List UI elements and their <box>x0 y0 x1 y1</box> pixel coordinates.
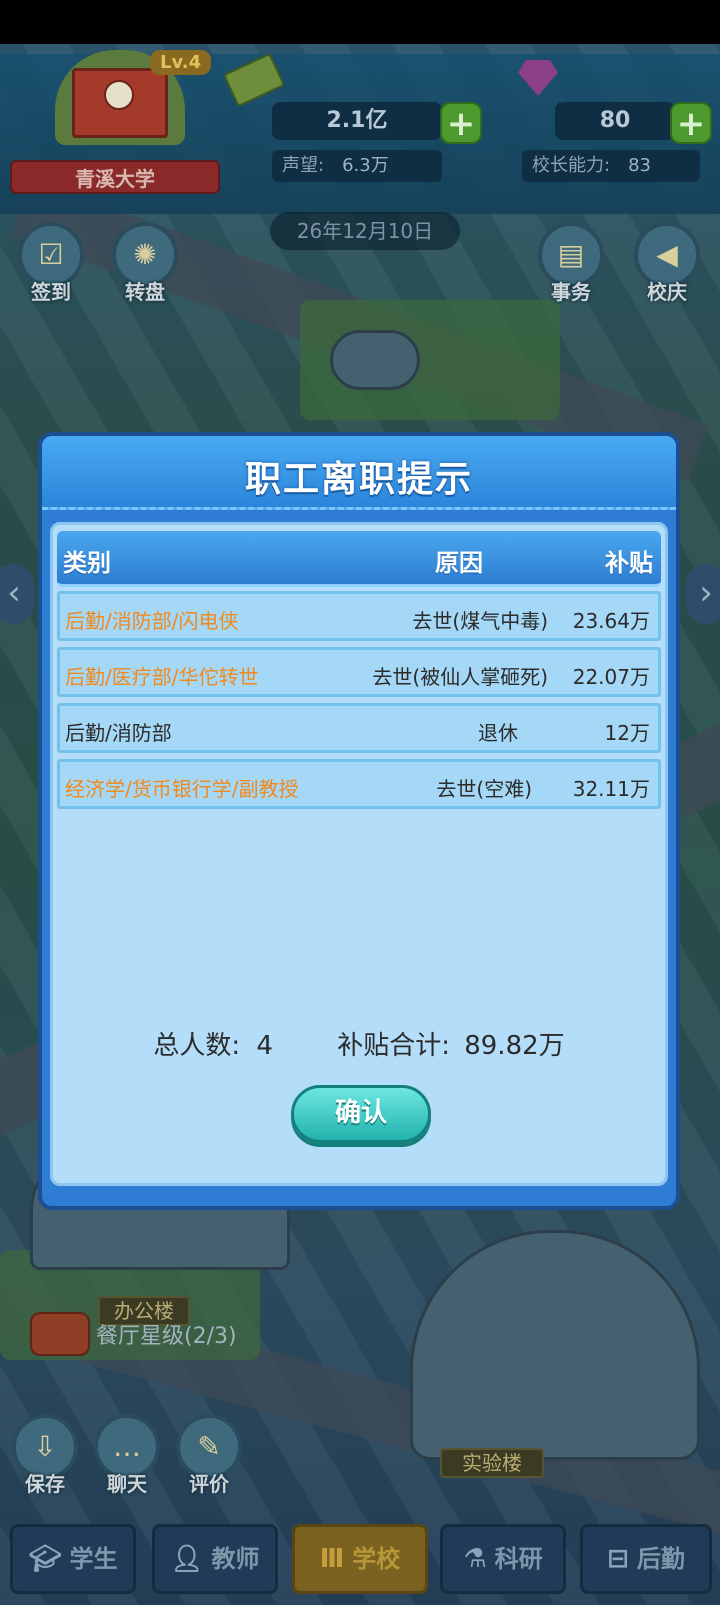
review-label: 评价 <box>189 1472 229 1496</box>
checkin-label: 签到 <box>31 280 71 304</box>
reputation-display: 声望: 6.3万 <box>272 150 442 182</box>
tab-teachers[interactable]: 👤︎ 教师 <box>152 1524 278 1594</box>
save-label: 保存 <box>25 1472 65 1496</box>
tab-logistics-label: 后勤 <box>636 1545 685 1573</box>
reputation-label: 声望: <box>282 155 325 176</box>
lab-building[interactable] <box>410 1230 700 1460</box>
graduation-cap-icon: 🎓︎ <box>28 1544 62 1574</box>
row-reason: 去世(煤气中毒) <box>412 609 548 633</box>
gem-value: 80 <box>555 102 675 140</box>
clock-icon <box>104 80 134 110</box>
row-reason: 退休 <box>478 721 518 745</box>
affairs-button[interactable]: ▤ 事务 <box>536 222 606 305</box>
add-gems-button[interactable]: + <box>670 102 712 144</box>
logistics-icon: ⊟ <box>607 1544 629 1574</box>
row-subsidy: 22.07万 <box>572 665 650 689</box>
chat-button[interactable]: … 聊天 <box>92 1414 162 1497</box>
summary-line: 总人数: 4 补贴合计: 89.82万 <box>53 1025 665 1062</box>
status-bar <box>0 0 720 44</box>
tab-teachers-label: 教师 <box>211 1545 260 1573</box>
table-row: 后勤/医疗部/华佗转世 去世(被仙人掌砸死) 22.07万 <box>57 647 661 697</box>
tab-logistics[interactable]: ⊟ 后勤 <box>580 1524 712 1594</box>
teacher-icon: 👤︎ <box>170 1544 204 1574</box>
row-category: 经济学/货币银行学/副教授 <box>65 777 299 801</box>
row-subsidy: 23.64万 <box>572 609 650 633</box>
checkin-button[interactable]: ☑ 签到 <box>16 222 86 305</box>
microscope-icon: ⚗ <box>463 1544 487 1574</box>
table-header: 类别 原因 补贴 <box>57 531 661 587</box>
table-row: 经济学/货币银行学/副教授 去世(空难) 32.11万 <box>57 759 661 809</box>
row-reason: 去世(空难) <box>436 777 532 801</box>
dialog-title: 职工离职提示 <box>244 459 473 500</box>
dialog-body: 类别 原因 补贴 后勤/消防部/闪电侠 去世(煤气中毒) 23.64万 后勤/医… <box>50 522 668 1186</box>
chevron-left-icon: ‹ <box>7 573 21 613</box>
anniversary-label: 校庆 <box>647 280 687 304</box>
row-category: 后勤/消防部 <box>65 721 172 745</box>
anniversary-button[interactable]: ◀ 校庆 <box>632 222 702 305</box>
chat-label: 聊天 <box>107 1472 147 1496</box>
column-reason: 原因 <box>435 549 483 577</box>
row-category: 后勤/消防部/闪电侠 <box>65 609 239 633</box>
tab-research[interactable]: ⚗ 科研 <box>440 1524 566 1594</box>
tab-students[interactable]: 🎓︎ 学生 <box>10 1524 136 1594</box>
level-tag: Lv.4 <box>150 50 212 75</box>
save-button[interactable]: ⇩ 保存 <box>10 1414 80 1497</box>
dialog-header: 职工离职提示 <box>42 436 676 510</box>
fountain <box>330 330 420 390</box>
chevron-right-icon: › <box>699 573 713 613</box>
lab-building-label[interactable]: 实验楼 <box>440 1448 544 1478</box>
row-reason: 去世(被仙人掌砸死) <box>372 665 548 689</box>
principal-ability-display: 校长能力: 83 <box>522 150 700 182</box>
column-category: 类别 <box>63 549 111 577</box>
add-money-button[interactable]: + <box>440 102 482 144</box>
table-row: 后勤/消防部 退休 12万 <box>57 703 661 753</box>
total-count-value: 4 <box>256 1031 273 1061</box>
game-date: 26年12月10日 <box>270 212 460 250</box>
scroll-left-button[interactable]: ‹ <box>0 564 34 624</box>
total-count-label: 总人数: <box>153 1031 241 1061</box>
tab-research-label: 科研 <box>494 1545 543 1573</box>
tab-school[interactable]: Ⅲ 学校 <box>292 1524 428 1594</box>
row-category: 后勤/医疗部/华佗转世 <box>65 665 259 689</box>
school-badge[interactable]: Lv.4 青溪大学 <box>10 50 220 200</box>
school-icon: Ⅲ <box>319 1544 345 1574</box>
affairs-label: 事务 <box>551 280 591 304</box>
restaurant-rating-text: 餐厅星级(2/3) <box>96 1324 237 1349</box>
review-button[interactable]: ✎ 评价 <box>174 1414 244 1497</box>
staff-resignation-dialog: 职工离职提示 类别 原因 补贴 后勤/消防部/闪电侠 去世(煤气中毒) 23.6… <box>38 432 680 1210</box>
school-name: 青溪大学 <box>10 160 220 194</box>
wheel-label: 转盘 <box>125 280 165 304</box>
row-subsidy: 32.11万 <box>572 777 650 801</box>
subsidy-total-value: 89.82万 <box>464 1031 565 1061</box>
money-value: 2.1亿 <box>272 102 442 140</box>
column-subsidy: 补贴 <box>605 549 653 577</box>
table-row: 后勤/消防部/闪电侠 去世(煤气中毒) 23.64万 <box>57 591 661 641</box>
wheel-button[interactable]: ✺ 转盘 <box>110 222 180 305</box>
subsidy-total-label: 补贴合计: <box>337 1031 450 1061</box>
mailbox-icon <box>30 1312 90 1356</box>
tab-students-label: 学生 <box>69 1545 118 1573</box>
confirm-button[interactable]: 确认 <box>291 1085 431 1143</box>
tab-school-label: 学校 <box>352 1545 401 1573</box>
principal-ability-value: 83 <box>628 155 651 176</box>
principal-ability-label: 校长能力: <box>532 155 611 176</box>
scroll-right-button[interactable]: › <box>686 564 720 624</box>
restaurant-rating[interactable]: 餐厅星级(2/3) <box>30 1312 330 1356</box>
reputation-value: 6.3万 <box>342 155 389 176</box>
row-subsidy: 12万 <box>604 721 650 745</box>
